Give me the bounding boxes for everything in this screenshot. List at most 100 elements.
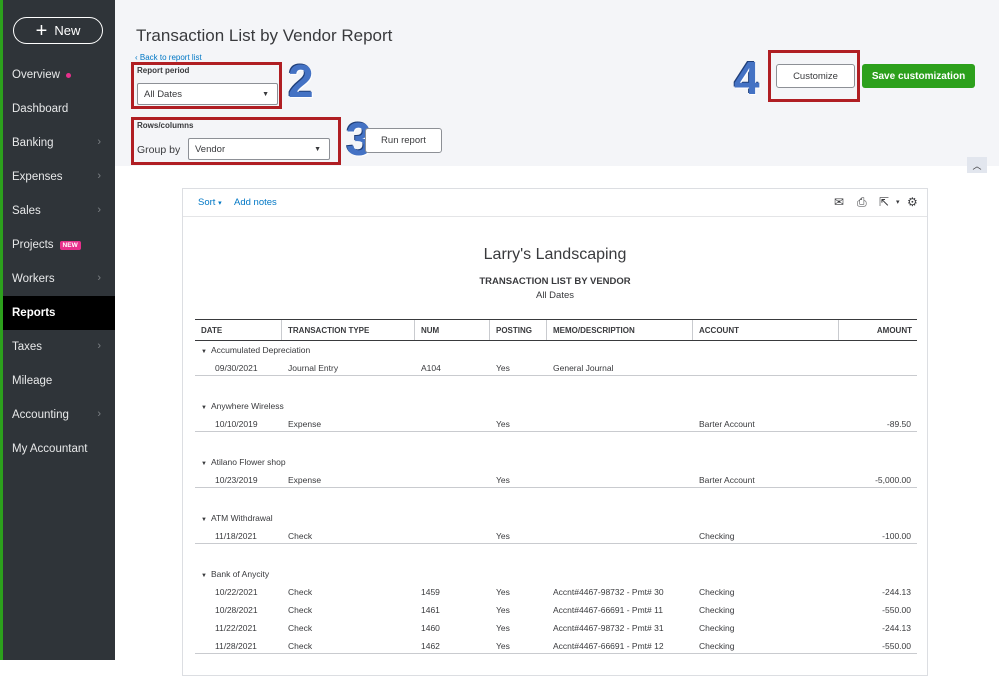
group-name: Bank of Anycity	[210, 569, 270, 579]
cell-account: Checking	[699, 587, 735, 597]
cell-posting: Yes	[496, 475, 510, 485]
back-to-report-list-link[interactable]: ‹ Back to report list	[135, 53, 202, 62]
sidebar-item-taxes[interactable]: Taxes ›	[3, 330, 115, 364]
group-name: ATM Withdrawal	[210, 513, 273, 523]
save-customization-button[interactable]: Save customization	[862, 64, 975, 88]
new-button[interactable]: + New	[13, 17, 103, 44]
sidebar-item-accounting[interactable]: Accounting ›	[3, 398, 115, 432]
group-name: Anywhere Wireless	[210, 401, 284, 411]
caret-down-icon[interactable]: ▼	[201, 461, 207, 467]
cell-account: Checking	[699, 641, 735, 651]
group-row[interactable]: ▼ Accumulated Depreciation	[201, 345, 310, 355]
column-header-transaction-type[interactable]: TRANSACTION TYPE	[288, 326, 369, 335]
sidebar-item-reports[interactable]: Reports	[3, 296, 115, 330]
sidebar-item-label: Sales	[12, 205, 41, 217]
cell-account: Barter Account	[699, 419, 755, 429]
settings-icon[interactable]: ⚙	[907, 195, 918, 209]
cell-amount: -5,000.00	[875, 475, 911, 485]
cell-account: Checking	[699, 531, 735, 541]
sidebar-item-overview[interactable]: Overview	[3, 58, 115, 92]
cell-amount: -244.13	[882, 587, 911, 597]
report-toolbar: Sort ▾ Add notes ✉ ⎙ ⇱ ▾ ⚙	[183, 189, 927, 217]
chevron-down-icon[interactable]: ▾	[896, 198, 900, 206]
column-divider[interactable]	[414, 320, 415, 340]
group-row[interactable]: ▼ Bank of Anycity	[201, 569, 269, 579]
sidebar-item-sales[interactable]: Sales ›	[3, 194, 115, 228]
caret-down-icon[interactable]: ▼	[201, 405, 207, 411]
column-header-account[interactable]: ACCOUNT	[699, 326, 739, 335]
column-divider[interactable]	[838, 320, 839, 340]
cell-amount: -550.00	[882, 605, 911, 615]
caret-down-icon[interactable]: ▼	[201, 349, 207, 355]
cell-num: 1461	[421, 605, 440, 615]
column-divider[interactable]	[546, 320, 547, 340]
sidebar-item-dashboard[interactable]: Dashboard	[3, 92, 115, 126]
new-badge: NEW	[59, 240, 81, 250]
sidebar-item-label: Accounting	[12, 409, 69, 421]
export-icon[interactable]: ⇱	[879, 195, 889, 209]
cell-posting: Yes	[496, 363, 510, 373]
group-row[interactable]: ▼ Atilano Flower shop	[201, 457, 286, 467]
caret-down-icon[interactable]: ▼	[201, 573, 207, 579]
row-divider	[195, 375, 917, 376]
group-row[interactable]: ▼ ATM Withdrawal	[201, 513, 273, 523]
cell-posting: Yes	[496, 605, 510, 615]
add-notes-link[interactable]: Add notes	[234, 197, 277, 208]
chevron-right-icon: ›	[97, 204, 101, 216]
sidebar-item-expenses[interactable]: Expenses ›	[3, 160, 115, 194]
report-period: All Dates	[535, 290, 574, 301]
cell-memo: Accnt#4467-66691 - Pmt# 11	[553, 605, 663, 615]
column-header-posting[interactable]: POSTING	[496, 326, 532, 335]
step-4-marker: 4	[734, 52, 760, 104]
report-panel: Sort ▾ Add notes ✉ ⎙ ⇱ ▾ ⚙ Larry's Lands…	[182, 188, 928, 676]
caret-down-icon[interactable]: ▼	[201, 517, 207, 523]
sidebar-item-mileage[interactable]: Mileage	[3, 364, 115, 398]
sidebar-item-my-accountant[interactable]: My Accountant	[3, 432, 115, 466]
cell-date: 09/30/2021	[215, 363, 258, 373]
cell-type: Check	[288, 531, 313, 541]
column-divider[interactable]	[281, 320, 282, 340]
cell-date: 10/28/2021	[215, 605, 258, 615]
sidebar-nav: Overview Dashboard Banking › Expenses › Sales ›…	[3, 58, 115, 466]
sidebar-item-label: My Accountant	[12, 443, 88, 455]
sidebar-item-label: Dashboard	[12, 103, 69, 115]
sort-dropdown[interactable]: Sort ▾	[198, 197, 222, 208]
column-divider[interactable]	[489, 320, 490, 340]
column-header-memo[interactable]: MEMO/DESCRIPTION	[553, 326, 635, 335]
column-header-num[interactable]: NUM	[421, 326, 439, 335]
cell-memo: General Journal	[553, 363, 614, 373]
row-divider	[195, 653, 917, 654]
sidebar-item-label: Projects	[12, 239, 54, 251]
cell-amount: -550.00	[882, 641, 911, 651]
sidebar-item-banking[interactable]: Banking ›	[3, 126, 115, 160]
sidebar-item-label: Expenses	[12, 171, 63, 183]
print-icon[interactable]: ⎙	[857, 195, 867, 210]
cell-num: 1460	[421, 623, 440, 633]
cell-type: Expense	[288, 419, 322, 429]
cell-date: 11/18/2021	[215, 531, 257, 541]
cell-posting: Yes	[496, 587, 510, 597]
email-icon[interactable]: ✉	[834, 195, 844, 209]
collapse-header-button[interactable]: ︿	[967, 157, 987, 173]
column-divider[interactable]	[692, 320, 693, 340]
run-report-button[interactable]: Run report	[365, 128, 442, 153]
cell-type: Expense	[288, 475, 322, 485]
cell-memo: Accnt#4467-66691 - Pmt# 12	[553, 641, 664, 651]
cell-date: 11/28/2021	[215, 641, 257, 651]
cell-type: Check	[288, 623, 313, 633]
group-name: Atilano Flower shop	[210, 457, 286, 467]
sidebar-item-label: Overview	[12, 69, 60, 81]
company-name: Larry's Landscaping	[483, 246, 627, 263]
cell-amount: -89.50	[886, 419, 911, 429]
back-link-label: Back to report list	[139, 53, 202, 62]
highlight-report-period	[131, 62, 282, 109]
sidebar-item-label: Taxes	[12, 341, 43, 353]
column-header-date[interactable]: DATE	[201, 326, 222, 335]
column-header-amount[interactable]: AMOUNT	[877, 326, 912, 335]
cell-memo: Accnt#4467-98732 - Pmt# 31	[553, 623, 664, 633]
sidebar-item-projects[interactable]: Projects NEW	[3, 228, 115, 262]
group-row[interactable]: ▼ Anywhere Wireless	[201, 401, 284, 411]
cell-num: 1459	[421, 587, 440, 597]
sidebar-item-workers[interactable]: Workers ›	[3, 262, 115, 296]
cell-account: Checking	[699, 623, 735, 633]
